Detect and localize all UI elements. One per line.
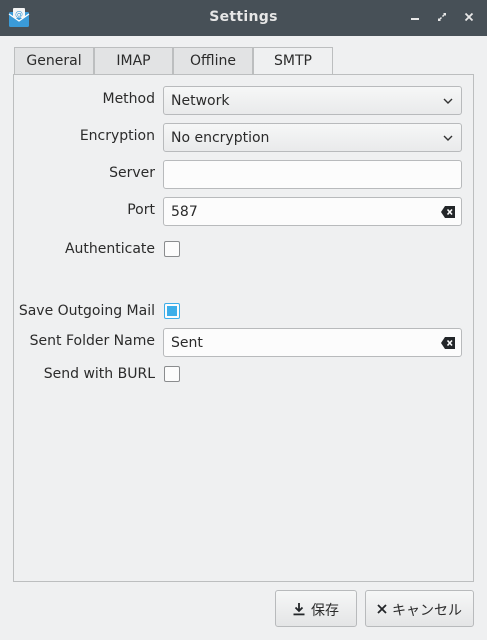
port-label: Port [127, 202, 155, 218]
checkbox-checked-indicator [167, 306, 177, 316]
minimize-icon [411, 18, 419, 20]
chevron-down-icon [443, 98, 453, 104]
maximize-button[interactable] [435, 10, 449, 24]
chevron-down-icon [443, 135, 453, 141]
send-burl-label: Send with BURL [43, 366, 155, 382]
port-value: 587 [171, 204, 198, 220]
cancel-button[interactable]: キャンセル [365, 590, 474, 627]
authenticate-checkbox[interactable] [164, 241, 180, 257]
encryption-value: No encryption [171, 130, 270, 146]
close-icon [377, 604, 387, 614]
minimize-button[interactable] [408, 10, 422, 24]
save-outgoing-checkbox[interactable] [164, 303, 180, 319]
save-outgoing-label: Save Outgoing Mail [18, 303, 155, 319]
encryption-combobox[interactable]: No encryption [163, 123, 462, 152]
save-button[interactable]: 保存 [275, 590, 357, 627]
tab-offline[interactable]: Offline [173, 47, 253, 75]
clear-text-icon[interactable] [440, 336, 456, 350]
cancel-button-label: キャンセル [392, 603, 462, 619]
tab-general[interactable]: General [14, 47, 94, 75]
maximize-icon [438, 13, 446, 21]
tab-imap[interactable]: IMAP [94, 47, 173, 75]
method-value: Network [171, 93, 230, 109]
send-burl-checkbox[interactable] [164, 366, 180, 382]
save-button-label: 保存 [311, 603, 339, 619]
title-bar: @ Settings [0, 0, 487, 36]
encryption-label: Encryption [79, 128, 155, 144]
clear-text-icon[interactable] [440, 205, 456, 219]
sent-folder-input[interactable]: Sent [163, 328, 462, 357]
server-label: Server [109, 165, 155, 181]
close-window-button[interactable] [462, 10, 476, 24]
close-icon [464, 12, 474, 22]
authenticate-label: Authenticate [64, 241, 155, 257]
tab-smtp[interactable]: SMTP [253, 47, 333, 76]
method-combobox[interactable]: Network [163, 86, 462, 115]
sent-folder-value: Sent [171, 335, 203, 351]
method-label: Method [102, 91, 155, 107]
server-input[interactable] [163, 160, 462, 189]
download-icon [293, 603, 305, 616]
sent-folder-label: Sent Folder Name [29, 333, 155, 349]
port-input[interactable]: 587 [163, 197, 462, 226]
